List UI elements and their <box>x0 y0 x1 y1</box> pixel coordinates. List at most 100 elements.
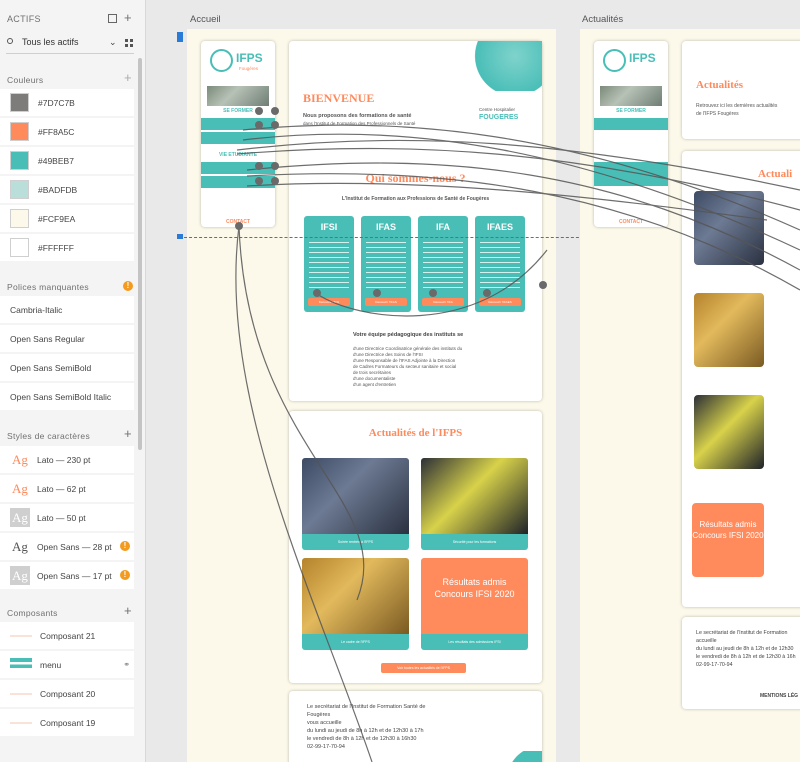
grid-view-icon[interactable] <box>125 39 133 47</box>
menu-se-former[interactable]: SE FORMER <box>594 108 668 114</box>
missing-font-row[interactable]: Open Sans SemiBold Italic <box>0 383 134 410</box>
color-hex-label: #FFFFFF <box>38 242 74 253</box>
menu-item[interactable] <box>201 132 275 144</box>
color-swatch[interactable] <box>10 93 29 112</box>
guide-handle[interactable] <box>177 234 183 239</box>
menu-contact[interactable]: CONTACT <box>201 219 275 225</box>
news-item[interactable]: Le cadre de l'IFPS <box>302 558 409 650</box>
mentions-legales[interactable]: MENTIONS LÉG <box>760 693 798 699</box>
char-style-row[interactable]: Ag Lato — 230 pt <box>0 446 134 473</box>
menu-item[interactable] <box>201 118 275 130</box>
menu-item[interactable] <box>594 118 668 130</box>
char-style-row[interactable]: Ag Lato — 62 pt <box>0 475 134 502</box>
add-char-style-icon[interactable]: + <box>124 427 132 440</box>
menu-card-copy[interactable]: IFPS SE FORMER CONTACT <box>594 41 668 227</box>
school-button[interactable]: Découvrir l'IFAS <box>365 298 407 306</box>
missing-font-row[interactable]: Open Sans SemiBold <box>0 354 134 381</box>
menu-item[interactable] <box>201 176 275 188</box>
color-swatch-row[interactable]: #BADFDB <box>0 176 134 203</box>
component-row[interactable]: Composant 19 <box>0 709 134 736</box>
actualites-footer-text: Le secrétariat de l'Institut de Formatio… <box>696 629 796 669</box>
school-card[interactable]: IFAS Découvrir l'IFAS <box>361 216 411 312</box>
building-photo <box>600 86 662 106</box>
colors-section-title: Couleurs <box>7 75 44 85</box>
news-card: Actualités de l'IFPS Soirée rentrée à l'… <box>289 411 542 683</box>
actualites-list-card: Actuali P La b Du n Résultats admis Concou… <box>682 151 800 607</box>
component-row[interactable]: Composant 20 <box>0 680 134 707</box>
char-style-row[interactable]: Ag Open Sans — 28 pt! <box>0 533 134 560</box>
logo-text: IFPS <box>629 51 656 65</box>
filter-divider <box>6 53 134 54</box>
menu-se-former[interactable]: SE FORMER <box>201 108 275 114</box>
char-style-row[interactable]: Ag Open Sans — 17 pt! <box>0 562 134 589</box>
artboard-title-actualites[interactable]: Actualités <box>582 14 623 25</box>
menu-item[interactable] <box>594 162 668 186</box>
news-title: Actualités de l'IFPS <box>368 427 463 439</box>
scrollbar-thumb[interactable] <box>138 58 142 450</box>
search-icon[interactable] <box>7 38 13 44</box>
char-style-label: Open Sans — 17 pt <box>37 570 112 581</box>
color-swatch-row[interactable]: #FCF9EA <box>0 205 134 232</box>
menu-card[interactable]: IFPS Fougères SE FORMER VIE ETUDIANTE CO… <box>201 41 275 227</box>
footer-line3: du lundi au jeudi de 8h à 12h et de 12h3… <box>696 646 794 652</box>
qui-subtitle: L'Institut de Formation aux Professions … <box>341 196 490 202</box>
artboard-accueil[interactable]: IFPS Fougères SE FORMER VIE ETUDIANTE CO… <box>177 29 599 762</box>
see-all-news-button[interactable]: Voir toutes les actualités de l'IFPS <box>381 663 466 673</box>
open-library-icon[interactable] <box>108 14 117 23</box>
color-swatch[interactable] <box>10 122 29 141</box>
footer-line1: Le secrétariat de l'Institut de Formatio… <box>696 630 788 636</box>
results-card[interactable]: Résultats admis Concours IFSI 2020 <box>692 503 764 577</box>
news-item[interactable]: Soirée rentrée à l'IFPS <box>302 458 409 550</box>
artboard-actualites[interactable]: IFPS SE FORMER CONTACT Actualités Retrou… <box>580 29 800 762</box>
school-card[interactable]: IFA Découvrir l'IFA <box>418 216 468 312</box>
footer-line4: le vendredi de 8h à 12h et de 12h30 à 16… <box>696 654 796 660</box>
actualites-footer-card: Le secrétariat de l'Institut de Formatio… <box>682 617 800 709</box>
add-color-icon[interactable]: + <box>124 71 132 84</box>
color-swatch[interactable] <box>10 209 29 228</box>
school-button[interactable]: Découvrir l'IFAES <box>479 298 521 306</box>
color-swatch-row[interactable]: #7D7C7B <box>0 89 134 116</box>
logo-icon <box>210 49 233 72</box>
school-card[interactable]: IFSI Découvrir l'IFSI <box>304 216 354 312</box>
menu-contact[interactable]: CONTACT <box>594 219 668 225</box>
actualites-title: Actualités <box>696 79 744 91</box>
news-item-title: Du n <box>786 413 800 424</box>
component-row[interactable]: Composant 21 <box>0 622 134 649</box>
home-main-card: BIENVENUE Nous proposons des formations … <box>289 41 542 401</box>
color-swatch-row[interactable]: #FF8A5C <box>0 118 134 145</box>
add-asset-icon[interactable]: + <box>124 11 132 24</box>
school-button[interactable]: Découvrir l'IFA <box>422 298 464 306</box>
color-swatch[interactable] <box>10 151 29 170</box>
color-swatch[interactable] <box>10 180 29 199</box>
artboard-handle[interactable] <box>177 32 183 42</box>
news-photo <box>302 558 409 634</box>
news-photo[interactable] <box>694 293 764 367</box>
color-swatch-row[interactable]: #49BEB7 <box>0 147 134 174</box>
news-photo <box>302 458 409 534</box>
school-button[interactable]: Découvrir l'IFSI <box>308 298 350 306</box>
filter-select[interactable]: Tous les actifs <box>22 37 79 47</box>
news-item[interactable]: Sécurité pour les formations <box>421 458 528 550</box>
menu-vie-etudiante[interactable]: VIE ETUDIANTE <box>201 152 275 158</box>
news-item[interactable]: Résultats admis Concours IFSI 2020 Les ré… <box>421 558 528 650</box>
char-style-row[interactable]: Ag Lato — 50 pt <box>0 504 134 531</box>
component-row[interactable]: menu ⚭ <box>0 651 134 678</box>
design-canvas[interactable]: Accueil Actualités IFPS Fougères SE FORM… <box>147 0 800 762</box>
artboard-title-accueil[interactable]: Accueil <box>190 14 221 25</box>
chevron-down-icon[interactable]: ⌄ <box>109 37 117 48</box>
color-swatch[interactable] <box>10 238 29 257</box>
school-card[interactable]: IFAES Découvrir l'IFAES <box>475 216 525 312</box>
missing-font-row[interactable]: Open Sans Regular <box>0 325 134 352</box>
char-style-sample: Ag <box>12 481 28 496</box>
warning-icon: ! <box>120 570 130 580</box>
add-component-icon[interactable]: + <box>124 604 132 617</box>
menu-item[interactable] <box>201 162 275 174</box>
assets-panel: ACTIFS + Tous les actifs ⌄ Couleurs + #7… <box>0 0 146 762</box>
missing-font-row[interactable]: Cambria-Italic <box>0 296 134 323</box>
news-photo[interactable] <box>694 191 764 265</box>
color-swatch-row[interactable]: #FFFFFF <box>0 234 134 261</box>
footer-line1: Le secrétariat de l'Institut de Formatio… <box>307 704 426 710</box>
component-thumbnail <box>10 628 32 643</box>
news-photo[interactable] <box>694 395 764 469</box>
missing-font-label: Open Sans SemiBold <box>10 362 92 373</box>
